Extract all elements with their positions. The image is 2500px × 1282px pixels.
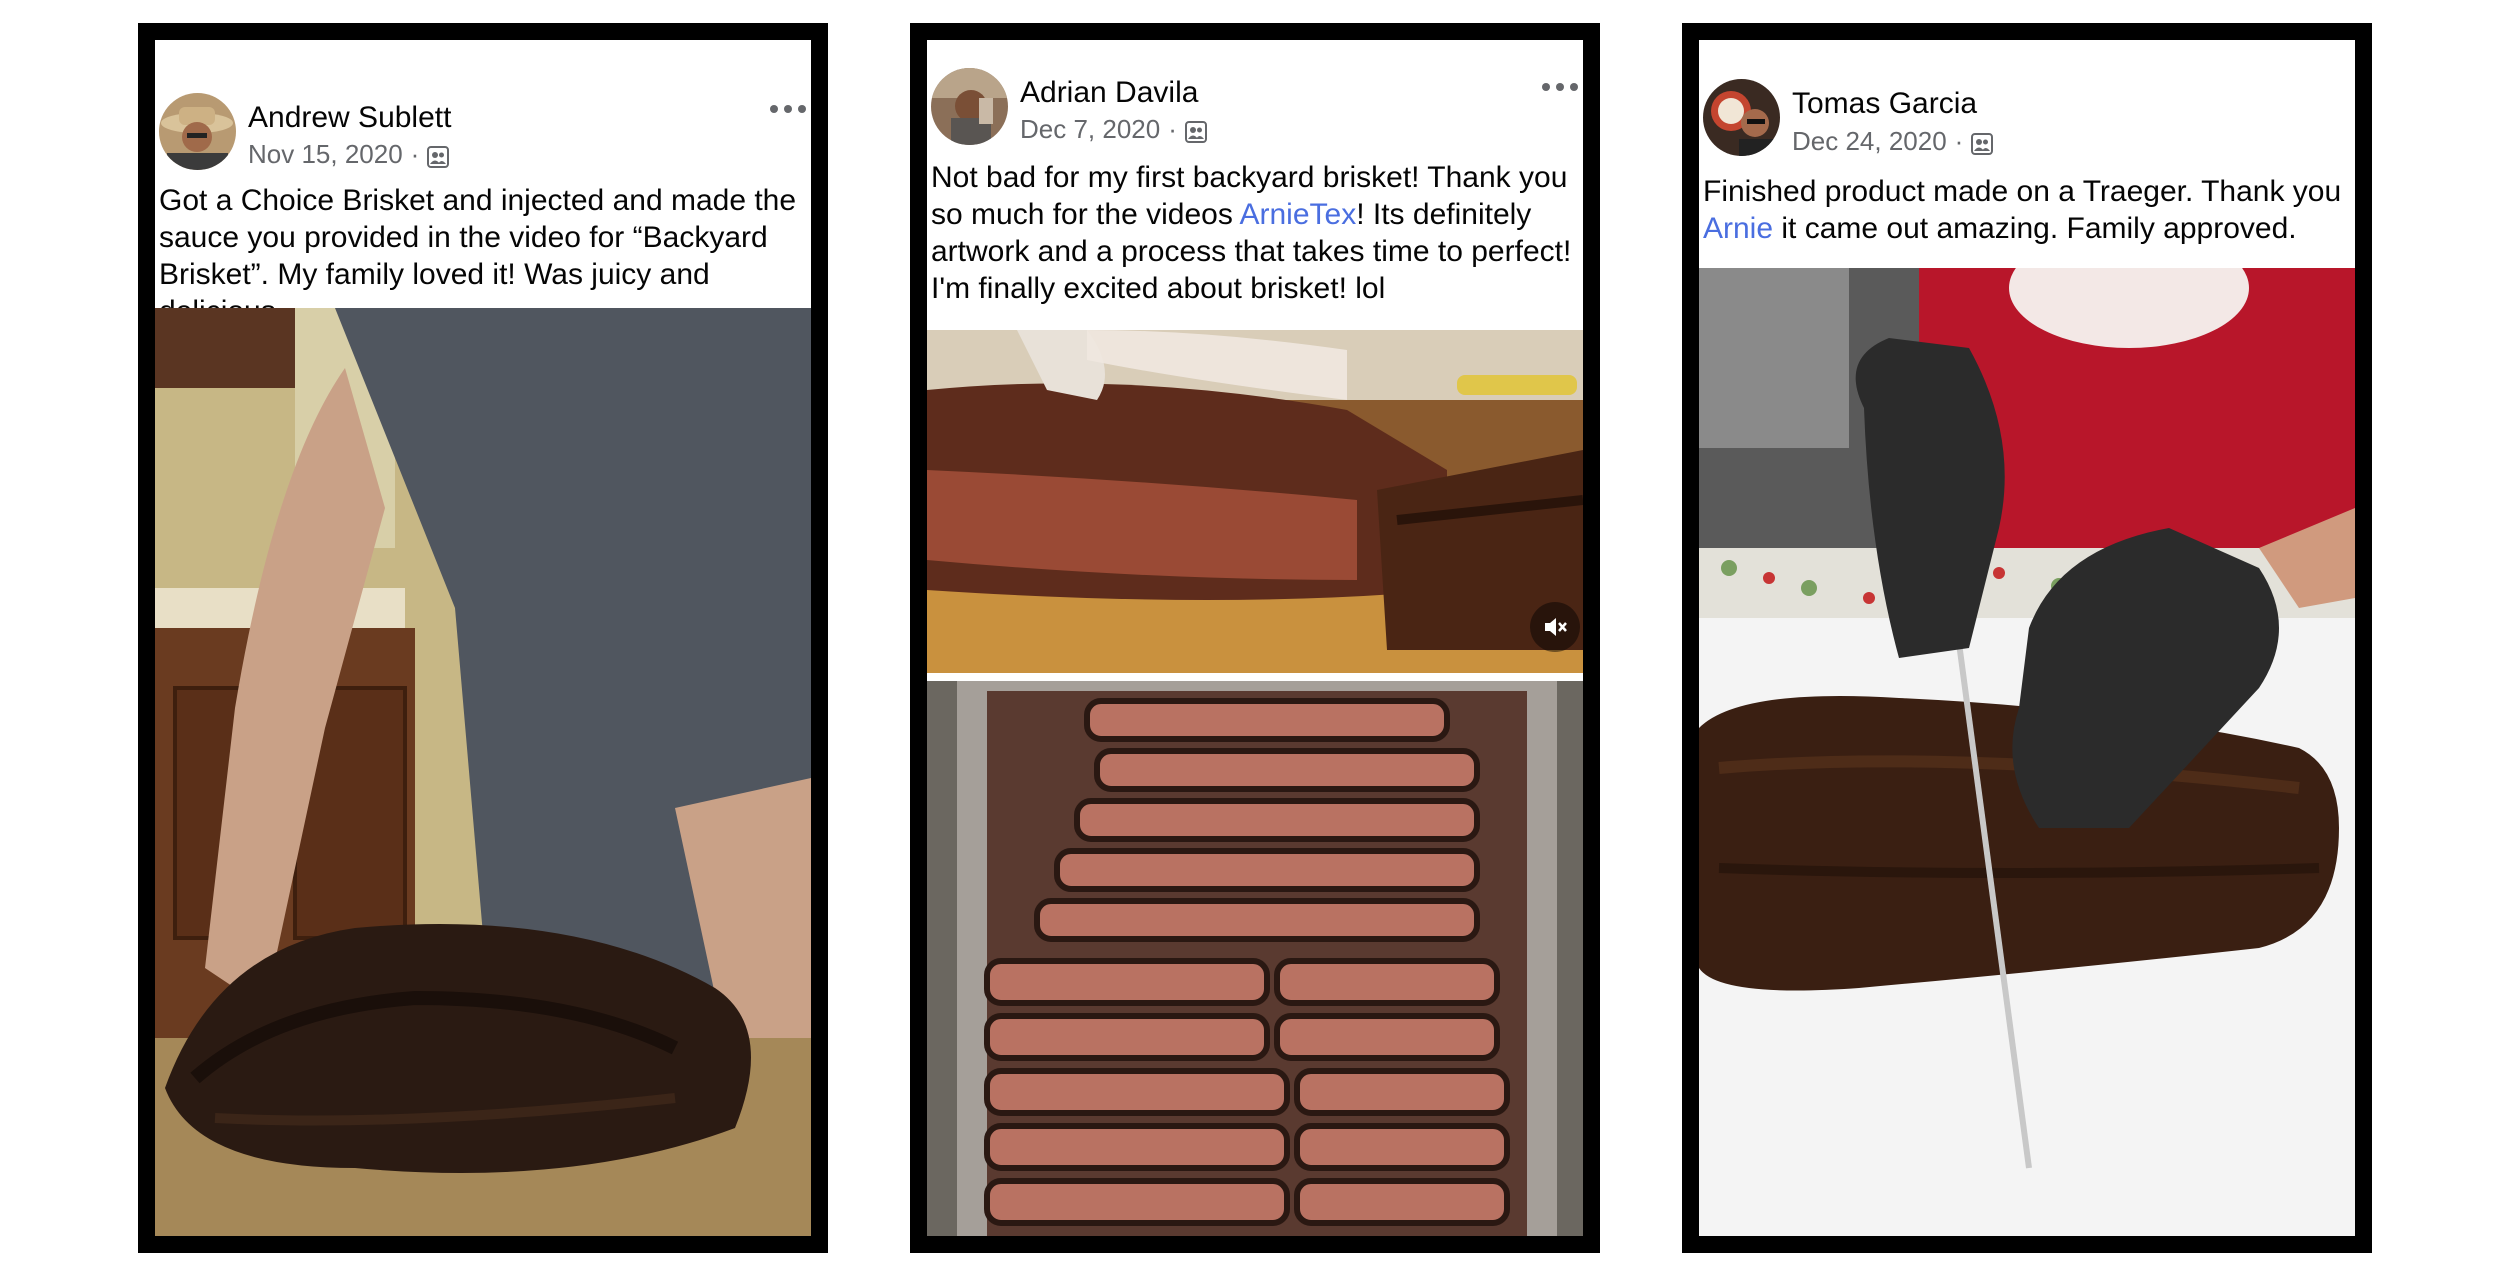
avatar[interactable] — [1703, 79, 1780, 156]
post-caption: Not bad for my first backyard brisket! T… — [931, 159, 1581, 307]
post-meta: Nov 15, 2020 · — [248, 139, 450, 170]
meta-separator: · — [410, 139, 420, 169]
post-video[interactable] — [927, 330, 1583, 673]
post-date[interactable]: Dec 24, 2020 — [1792, 126, 1947, 157]
post-card: Andrew Sublett Nov 15, 2020 · Got a Choi… — [138, 23, 828, 1253]
post-card-content: Adrian Davila Dec 7, 2020 · Not bad for … — [927, 40, 1583, 1236]
friends-icon[interactable] — [1184, 119, 1207, 143]
author-name[interactable]: Andrew Sublett — [248, 101, 451, 135]
post-card: Adrian Davila Dec 7, 2020 · Not bad for … — [910, 23, 1600, 1253]
author-name[interactable]: Tomas Garcia — [1792, 87, 1977, 121]
mention-link[interactable]: ArnieTex — [1240, 198, 1357, 231]
more-options-icon[interactable] — [1540, 80, 1580, 100]
more-options-icon[interactable] — [768, 102, 808, 122]
meta-separator: · — [1168, 114, 1177, 144]
avatar[interactable] — [159, 93, 236, 170]
post-meta: Dec 7, 2020 · — [1020, 114, 1207, 145]
author-name[interactable]: Adrian Davila — [1020, 76, 1198, 110]
friends-icon[interactable] — [1971, 131, 1994, 155]
caption-text: it came out amazing. Family approved. — [1773, 212, 2297, 245]
post-card-content: Tomas Garcia Dec 24, 2020 · Finished pro… — [1699, 40, 2355, 1236]
post-photo[interactable] — [927, 681, 1583, 1236]
post-meta: Dec 24, 2020 · — [1792, 126, 1994, 157]
post-card: Tomas Garcia Dec 24, 2020 · Finished pro… — [1682, 23, 2372, 1253]
post-card-content: Andrew Sublett Nov 15, 2020 · Got a Choi… — [155, 40, 811, 1236]
post-photo[interactable] — [155, 308, 811, 1236]
friends-icon[interactable] — [427, 144, 450, 168]
mention-link[interactable]: Arnie — [1703, 212, 1773, 245]
muted-speaker-icon[interactable] — [1530, 602, 1580, 652]
post-date[interactable]: Dec 7, 2020 — [1020, 114, 1160, 145]
meta-separator: · — [1954, 126, 1964, 156]
caption-text: Finished product made on a Traeger. Than… — [1703, 175, 2342, 208]
post-photo[interactable] — [1699, 268, 2355, 1236]
post-caption: Finished product made on a Traeger. Than… — [1703, 173, 2353, 247]
avatar[interactable] — [931, 68, 1008, 145]
post-date[interactable]: Nov 15, 2020 — [248, 139, 403, 170]
